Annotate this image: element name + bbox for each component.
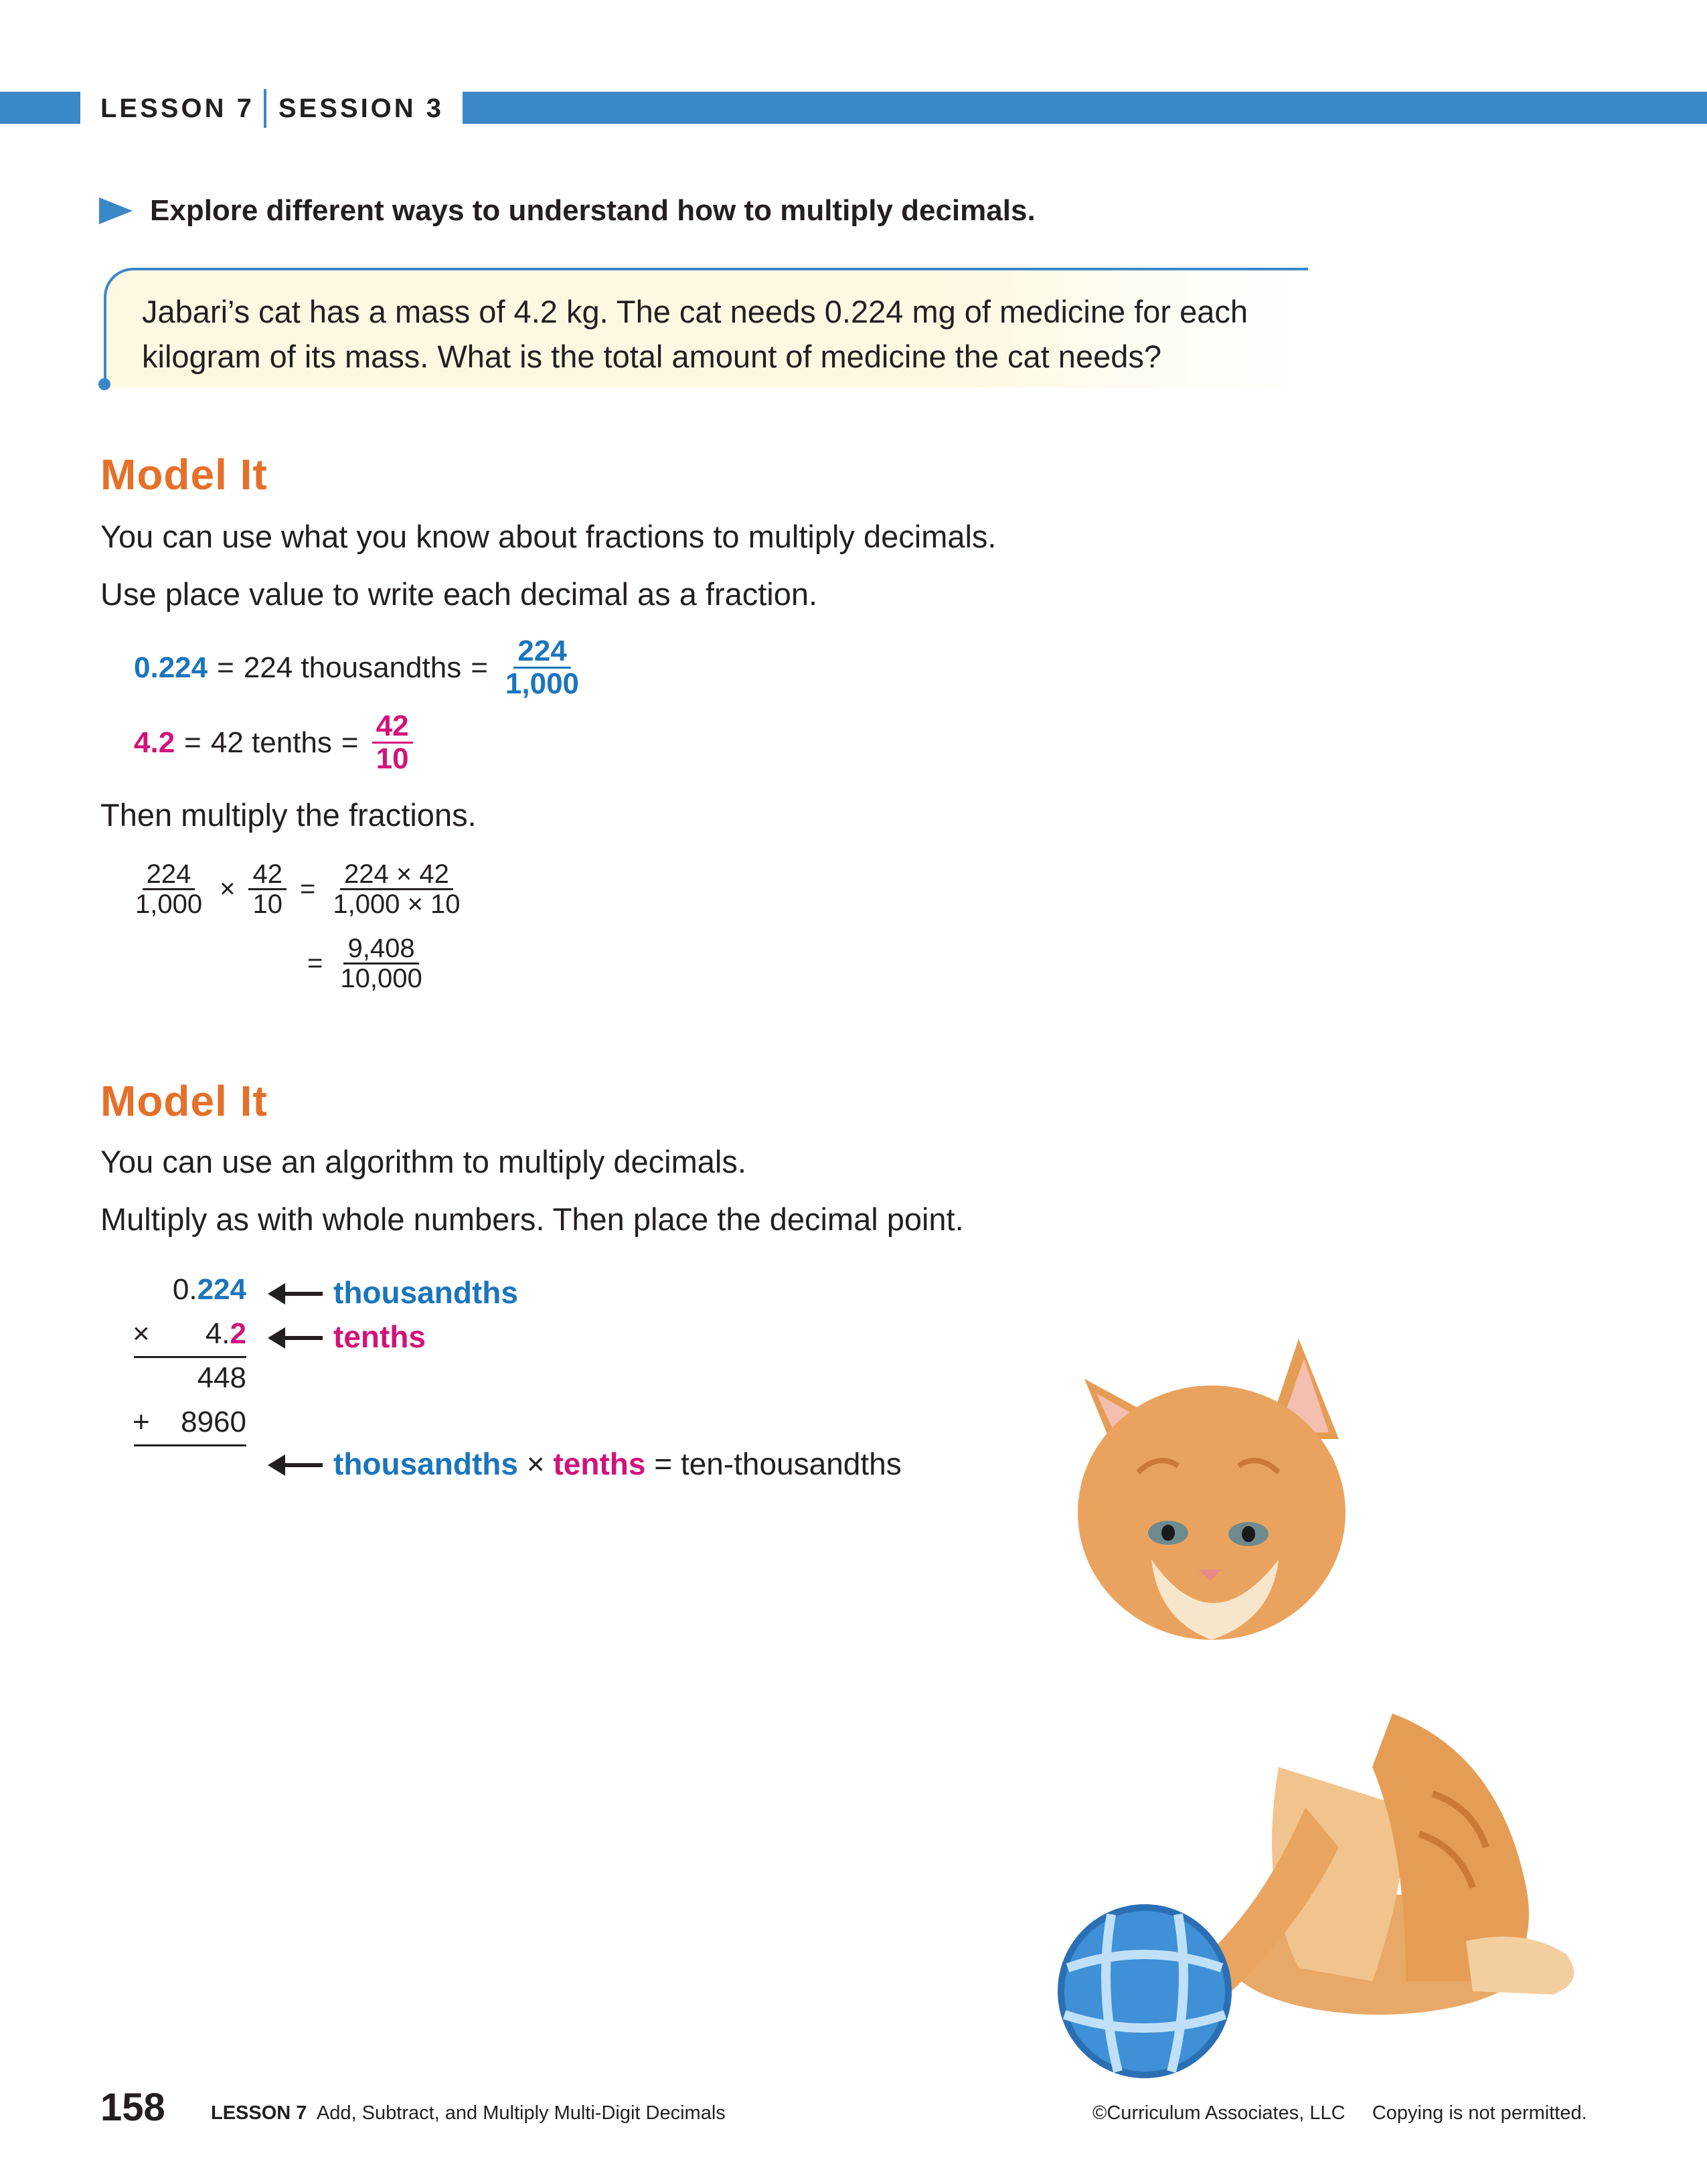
fraction-224-over-1000: 224 1,000	[501, 635, 583, 701]
left-arrow-icon	[268, 1283, 323, 1305]
fraction-9408-over-10000: 9,408 10,000	[336, 934, 426, 993]
fraction-numerator: 224	[513, 635, 571, 669]
kitten-with-ball-image	[1058, 1339, 1574, 2078]
decimal-0224: 0.224	[134, 651, 208, 684]
result-ten-thousandths: = ten-thousandths	[654, 1446, 902, 1481]
words-42-tenths: 42 tenths	[210, 726, 332, 759]
session-label: SESSION 3	[278, 93, 444, 123]
lesson-label: LESSON 7	[100, 93, 254, 123]
equals-sign: =	[471, 651, 488, 684]
left-arrow-icon	[268, 1454, 323, 1476]
copy-notice: Copying is not permitted.	[1372, 2102, 1587, 2124]
copyright-text: ©Curriculum Associates, LLC	[1092, 2102, 1346, 2124]
lesson-session-label: LESSON 7 SESSION 3	[100, 89, 463, 128]
equals-sign: =	[341, 726, 359, 759]
page-number: 158	[100, 2086, 165, 2129]
model2-line2: Multiply as with whole numbers. Then pla…	[100, 1201, 964, 1237]
model2-line1: You can use an algorithm to multiply dec…	[100, 1144, 746, 1179]
label-tenths: tenths	[333, 1319, 426, 1354]
left-arrow-icon	[268, 1327, 323, 1349]
result-tenths: tenths	[553, 1446, 646, 1481]
instruction: Explore different ways to understand how…	[99, 194, 1036, 228]
digit-tenths: 2	[230, 1317, 246, 1350]
equals-sign: =	[299, 874, 316, 904]
problem-text: Jabari’s cat has a mass of 4.2 kg. The c…	[142, 294, 1248, 374]
fraction-numerator: 42	[248, 860, 287, 890]
digit-prefix: 4.	[205, 1317, 230, 1350]
model1-line2: Use place value to write each decimal as…	[100, 576, 818, 612]
model-it-heading-2: Model It	[100, 1077, 268, 1125]
header-separator	[263, 89, 266, 128]
footer-lesson-title: LESSON 7 Add, Subtract, and Multiply Mul…	[211, 2102, 726, 2124]
blue-ball-icon	[1058, 1904, 1232, 2078]
fraction-numerator: 42	[372, 710, 413, 744]
fraction-denominator: 10	[252, 890, 282, 919]
algorithm-factor-42: 4.2	[92, 1317, 246, 1351]
equals-sign: =	[184, 726, 201, 759]
algorithm-rule-2	[134, 1444, 246, 1446]
digits-thousandths: 224	[197, 1273, 246, 1306]
model1-line1: You can use what you know about fraction…	[100, 519, 997, 554]
fraction-42-over-10: 42 10	[372, 710, 413, 776]
equals-sign: =	[217, 651, 234, 684]
equation-42: 4.2 = 42 tenths = 42 10	[134, 710, 417, 776]
algorithm-rule-1	[134, 1356, 246, 1358]
arrow-right-icon	[99, 197, 133, 224]
digit-prefix: 0.	[172, 1273, 197, 1306]
fraction-product-expanded: 224 × 42 1,000 × 10	[329, 860, 464, 918]
fraction-numerator: 224	[142, 860, 195, 890]
fraction-denominator: 1,000	[135, 890, 203, 919]
footer-lesson-label: LESSON 7	[211, 2102, 307, 2124]
footer-title: Add, Subtract, and Multiply Multi-Digit …	[316, 2102, 726, 2124]
result-place-value: thousandths × tenths = ten-thousandths	[333, 1446, 902, 1482]
label-thousandths: thousandths	[333, 1275, 518, 1310]
fraction-224-over-1000-plain: 224 1,000	[131, 860, 206, 918]
fraction-numerator: 9,408	[343, 934, 419, 964]
fraction-result: = 9,408 10,000	[298, 934, 430, 993]
times-sign: ×	[526, 1446, 545, 1481]
header-bar-right	[422, 92, 1707, 124]
times-sign: ×	[220, 874, 236, 904]
footer-copyright: ©Curriculum Associates, LLC Copying is n…	[1092, 2102, 1587, 2124]
algorithm-factor-0224: 0.224	[92, 1273, 246, 1307]
decimal-42: 4.2	[134, 726, 175, 759]
instruction-text: Explore different ways to understand how…	[150, 194, 1036, 227]
model-it-heading-1: Model It	[100, 450, 268, 499]
equation-0224: 0.224 = 224 thousandths = 224 1,000	[134, 635, 587, 701]
fraction-denominator: 1,000 × 10	[333, 890, 461, 919]
fraction-multiplication: 224 1,000 × 42 10 = 224 × 42 1,000 × 10	[127, 860, 469, 918]
fraction-denominator: 10,000	[340, 964, 422, 993]
header-bar-left	[0, 92, 80, 124]
words-224-thousandths: 224 thousandths	[243, 651, 462, 684]
fraction-42-over-10-plain: 42 10	[248, 860, 287, 918]
equals-sign: =	[307, 948, 323, 978]
model1-line3: Then multiply the fractions.	[100, 797, 477, 833]
fraction-denominator: 1,000	[505, 667, 580, 701]
result-thousandths: thousandths	[333, 1446, 518, 1481]
algorithm-partial-8960: 8960	[181, 1406, 246, 1438]
algorithm-partial-448: 448	[197, 1361, 246, 1394]
problem-box-dot	[98, 378, 110, 390]
fraction-numerator: 224 × 42	[340, 860, 453, 890]
fraction-denominator: 10	[376, 742, 409, 776]
